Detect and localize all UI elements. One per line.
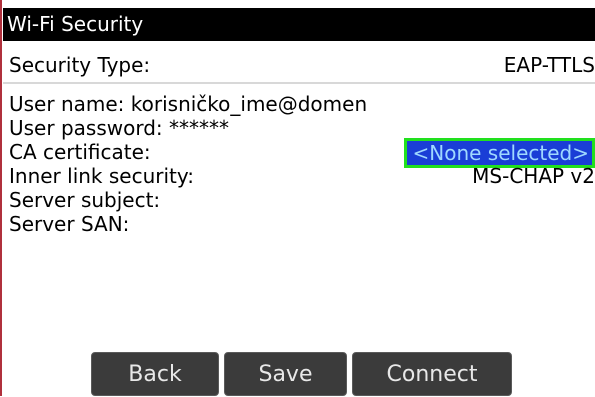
user-password-field[interactable]: User password: ****** xyxy=(9,116,595,140)
left-edge-rule xyxy=(0,0,2,396)
screen-title: Wi-Fi Security xyxy=(3,8,595,41)
security-type-row[interactable]: Security Type: EAP-TTLS xyxy=(9,52,595,78)
ca-certificate-label: CA certificate: xyxy=(9,140,151,164)
inner-link-security-value[interactable]: MS-CHAP v2 xyxy=(472,164,595,188)
security-type-value[interactable]: EAP-TTLS xyxy=(504,52,595,78)
connect-button[interactable]: Connect xyxy=(352,352,512,396)
inner-link-security-row[interactable]: Inner link security: MS-CHAP v2 xyxy=(9,164,595,188)
separator xyxy=(3,82,595,84)
server-subject-field[interactable]: Server subject: xyxy=(9,188,595,212)
save-button[interactable]: Save xyxy=(224,352,347,396)
security-type-label: Security Type: xyxy=(9,53,151,77)
server-san-field[interactable]: Server SAN: xyxy=(9,212,595,236)
back-button[interactable]: Back xyxy=(91,352,219,396)
user-name-field[interactable]: User name: korisničko_ime@domen xyxy=(9,92,595,116)
ca-certificate-row[interactable]: CA certificate: <None selected> xyxy=(9,138,595,168)
inner-link-security-label: Inner link security: xyxy=(9,164,194,188)
